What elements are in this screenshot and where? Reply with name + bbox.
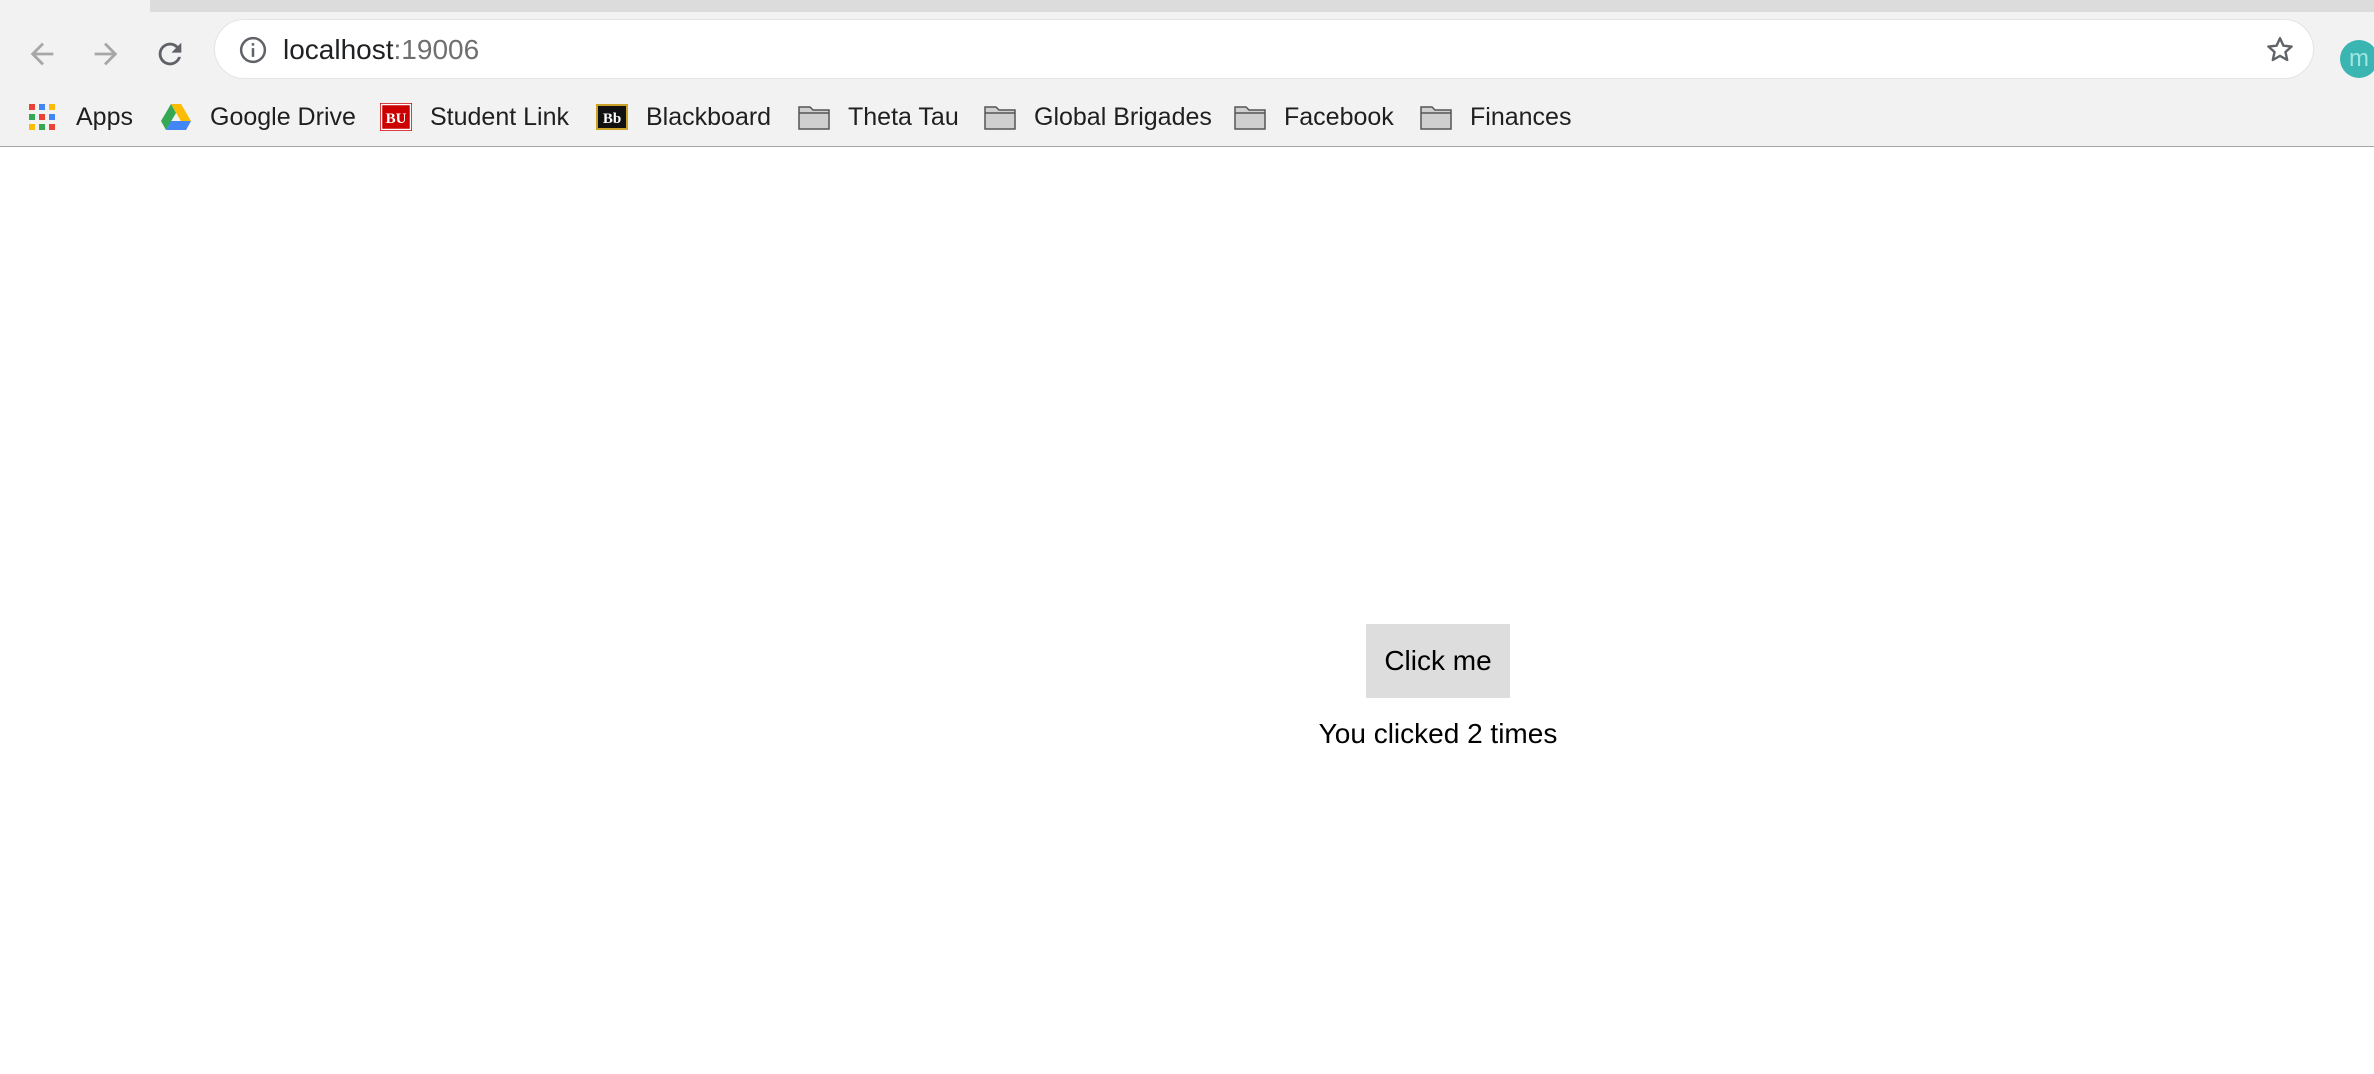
active-tab[interactable] [0, 0, 150, 12]
url-text[interactable]: localhost:19006 [283, 33, 479, 67]
page-content [0, 148, 2374, 1074]
bookmark-label: Theta Tau [848, 102, 959, 131]
bookmark-label: Facebook [1284, 102, 1394, 131]
click-count-text: You clicked 2 times [1318, 718, 1558, 749]
forward-button[interactable] [82, 30, 130, 78]
bookmark-google-drive[interactable]: Google Drive [160, 95, 356, 139]
reload-icon [158, 42, 182, 66]
url-host: localhost [283, 34, 394, 65]
blackboard-icon-text: Bb [603, 111, 621, 127]
reload-button[interactable] [146, 30, 194, 78]
bookmark-label: Blackboard [646, 102, 772, 131]
browser-toolbar: localhost:19006 m [0, 12, 2374, 96]
bu-icon: BU [380, 101, 412, 133]
click-me-button[interactable]: Click me [1366, 624, 1510, 698]
bookmark-label: Google Drive [210, 102, 356, 131]
bookmark-star-icon[interactable] [2261, 31, 2299, 69]
bu-icon-text: BU [386, 111, 407, 127]
bookmark-label: Finances [1470, 102, 1572, 131]
address-bar[interactable]: localhost:19006 [214, 19, 2314, 79]
blackboard-icon: Bb [596, 101, 628, 133]
back-arrow-icon [30, 42, 54, 66]
google-drive-icon [160, 101, 192, 133]
folder-icon [1420, 101, 1452, 133]
forward-arrow-icon [94, 42, 118, 66]
folder-icon [1234, 101, 1266, 133]
folder-icon [984, 101, 1016, 133]
bookmark-finances[interactable]: Finances [1420, 95, 1571, 139]
profile-initial: m [2349, 45, 2369, 72]
bookmark-theta-tau[interactable]: Theta Tau [798, 95, 959, 139]
apps-grid-icon [26, 101, 58, 133]
bookmark-apps[interactable]: Apps [26, 95, 133, 139]
bookmark-global-brigades[interactable]: Global Brigades [984, 95, 1212, 139]
profile-avatar[interactable]: m [2340, 40, 2374, 78]
bookmark-label: Global Brigades [1034, 102, 1212, 131]
bookmark-label: Apps [76, 102, 133, 131]
url-port: :19006 [393, 34, 480, 65]
back-button[interactable] [18, 30, 66, 78]
bookmark-facebook[interactable]: Facebook [1234, 95, 1394, 139]
folder-icon [798, 101, 830, 133]
bookmark-student-link[interactable]: BU Student Link [380, 95, 569, 139]
bookmark-label: Student Link [430, 102, 569, 131]
bookmark-blackboard[interactable]: Bb Blackboard [596, 95, 771, 139]
bookmarks-bar: Apps Google Drive BU Student Link Bb Bla… [0, 89, 2374, 147]
site-info-icon[interactable] [235, 32, 271, 68]
